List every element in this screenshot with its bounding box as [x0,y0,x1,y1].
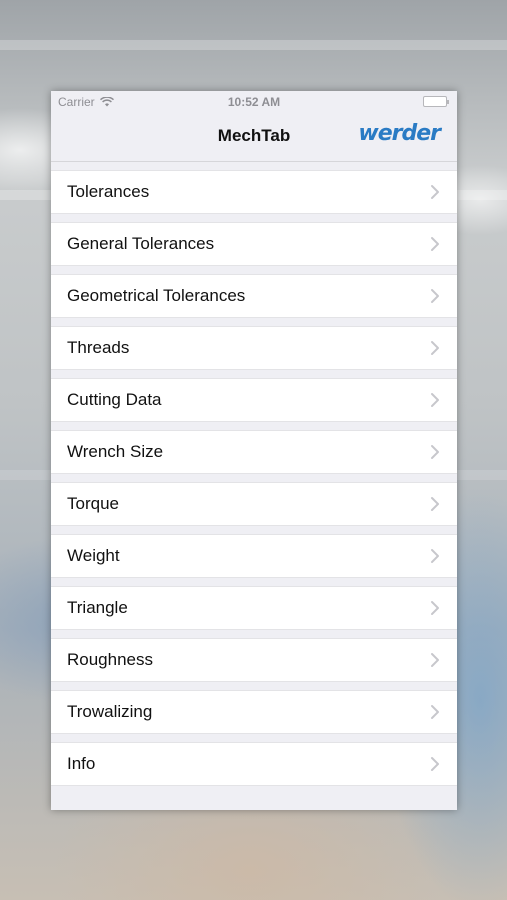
list-item[interactable]: General Tolerances [51,222,457,266]
list-item-label: Trowalizing [67,702,153,721]
chevron-right-icon [431,185,439,199]
list-item[interactable]: Triangle [51,586,457,630]
list-item-label: Triangle [67,598,128,617]
battery-icon [423,96,449,107]
navigation-bar: MechTab werder [51,111,457,162]
list-item-label: Torque [67,494,119,513]
list-item[interactable]: Weight [51,534,457,578]
list-item-label: Weight [67,546,120,565]
list-item[interactable]: Tolerances [51,170,457,214]
chevron-right-icon [431,549,439,563]
list-item[interactable]: Trowalizing [51,690,457,734]
menu-list: Tolerances General Tolerances Geometrical … [51,162,457,786]
list-item[interactable]: Roughness [51,638,457,682]
list-item[interactable]: Geometrical Tolerances [51,274,457,318]
app-window: Carrier 10:52 AM MechTab werder Toleranc… [51,91,457,810]
list-item-label: Wrench Size [67,442,164,461]
chevron-right-icon [431,757,439,771]
list-item[interactable]: Threads [51,326,457,370]
status-bar: Carrier 10:52 AM [51,91,457,111]
list-item-label: Roughness [67,650,154,669]
list-item[interactable]: Cutting Data [51,378,457,422]
werder-logo[interactable]: werder [358,121,441,146]
chevron-right-icon [431,289,439,303]
list-item-label: Cutting Data [67,390,162,409]
list-item[interactable]: Info [51,742,457,786]
list-item-label: Info [67,754,96,773]
list-item[interactable]: Wrench Size [51,430,457,474]
list-item-label: Threads [67,338,130,357]
list-item-label: Geometrical Tolerances [67,286,246,305]
list-item-label: Tolerances [67,182,150,201]
list-item[interactable]: Torque [51,482,457,526]
chevron-right-icon [431,601,439,615]
chevron-right-icon [431,653,439,667]
list-item-label: General Tolerances [67,234,215,253]
chevron-right-icon [431,445,439,459]
chevron-right-icon [431,341,439,355]
chevron-right-icon [431,705,439,719]
chevron-right-icon [431,237,439,251]
chevron-right-icon [431,497,439,511]
chevron-right-icon [431,393,439,407]
status-time: 10:52 AM [227,95,281,109]
